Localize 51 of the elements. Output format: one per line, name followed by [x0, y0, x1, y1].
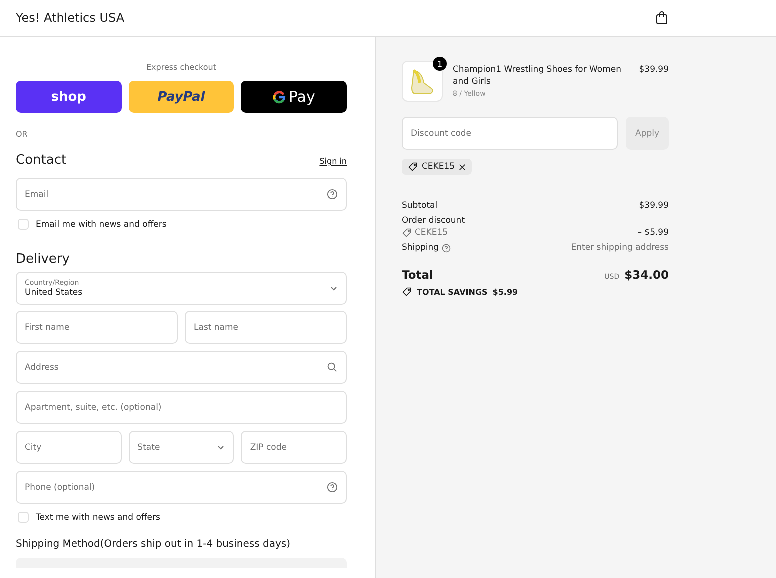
paypal-button[interactable]: PayPal: [128, 81, 234, 113]
section-heading: Contact: [16, 153, 67, 168]
text-input[interactable]: Last name: [194, 312, 338, 343]
discount-code: CEKE15: [415, 228, 448, 238]
chevron-down-icon: [330, 286, 338, 292]
chevron-down-icon: [217, 444, 226, 450]
checkbox-label: Email me with news and offers: [36, 220, 167, 230]
sign-in-link[interactable]: Sign in: [320, 157, 347, 166]
section-heading: Shipping Method(Orders ship out in 1-4 business days): [16, 539, 292, 550]
quantity-badge: 1: [433, 57, 447, 71]
product-price: $39.99: [639, 64, 669, 75]
state-select[interactable]: State: [128, 431, 234, 464]
or-divider-text: OR: [16, 130, 28, 139]
close-icon[interactable]: [459, 164, 466, 170]
checkbox[interactable]: [18, 512, 29, 523]
checkbox[interactable]: [18, 219, 29, 230]
summary-value: $39.99: [639, 201, 669, 211]
input-field[interactable]: City: [16, 431, 122, 464]
tag-icon: [408, 162, 418, 172]
savings-value: $5.99: [492, 288, 518, 296]
checkbox-label: Text me with news and offers: [36, 512, 160, 522]
summary-value: Enter shipping address: [571, 243, 669, 253]
discount-chip[interactable]: CEKE15: [402, 159, 472, 175]
total-label: Total: [402, 268, 434, 282]
input-field[interactable]: ZIP code: [241, 431, 348, 464]
help-icon[interactable]: [327, 482, 338, 493]
text-input[interactable]: ZIP code: [250, 432, 338, 463]
text-input[interactable]: First name: [25, 312, 169, 343]
savings-label: TOTAL SAVINGS: [417, 288, 488, 296]
help-icon[interactable]: [442, 244, 452, 252]
summary-label: Order discount: [402, 216, 466, 226]
search-icon[interactable]: [327, 362, 338, 373]
shop-pay-button[interactable]: shop: [16, 81, 122, 113]
total-value: $34.00: [624, 268, 669, 282]
summary-label: Shipping: [402, 243, 440, 253]
shopping-bag-icon[interactable]: [656, 11, 668, 25]
tag-icon: [402, 228, 412, 238]
text-input[interactable]: City: [25, 432, 113, 463]
summary-value: – $5.99: [638, 228, 669, 238]
summary-label: Subtotal: [402, 201, 438, 211]
product-name: Champion1 Wrestling Shoes for Women and Girls: [453, 65, 623, 89]
input-field[interactable]: First name: [16, 311, 178, 344]
help-icon[interactable]: [327, 189, 338, 200]
express-checkout-title: Express checkout: [145, 63, 218, 72]
google-g-icon: [272, 90, 286, 104]
tag-icon: [402, 287, 412, 297]
text-input[interactable]: State: [138, 432, 218, 463]
google-pay-button[interactable]: Pay: [241, 81, 347, 113]
store-name[interactable]: Yes! Athletics USA: [16, 11, 125, 25]
input-field[interactable]: Last name: [185, 311, 347, 344]
section-heading: Delivery: [16, 252, 70, 267]
